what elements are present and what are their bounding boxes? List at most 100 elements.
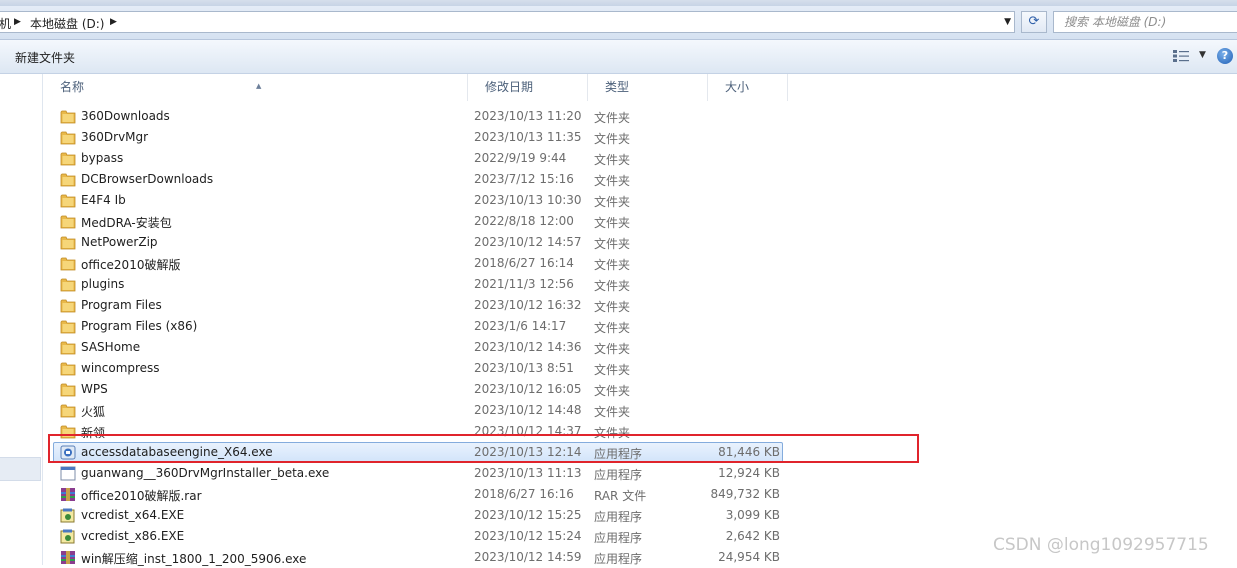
file-type: 应用程序	[594, 447, 643, 461]
file-modified-date: 2023/10/13 11:20	[474, 109, 582, 123]
address-segment-drive[interactable]: 本地磁盘 (D:)	[30, 15, 104, 32]
file-modified-date: 2023/10/13 11:13	[474, 466, 582, 480]
file-name: NetPowerZip	[81, 235, 158, 249]
file-row[interactable]: office2010破解版 2018/6/27 16:14 文件夹	[53, 253, 783, 274]
file-type: 文件夹	[594, 195, 631, 209]
file-type: 文件夹	[594, 300, 631, 314]
file-row[interactable]: plugins 2021/11/3 12:56 文件夹	[53, 274, 783, 295]
file-type: 应用程序	[594, 468, 643, 482]
file-modified-date: 2018/6/27 16:14	[474, 256, 574, 270]
file-row[interactable]: E4F4 Ib 2023/10/13 10:30 文件夹	[53, 190, 783, 211]
file-type: 应用程序	[594, 552, 643, 566]
file-name: bypass	[81, 151, 124, 165]
file-size: 3,099 KB	[725, 508, 780, 522]
column-header-date[interactable]: 修改日期	[468, 74, 588, 101]
file-type: 文件夹	[594, 405, 631, 419]
file-name: E4F4 Ib	[81, 193, 126, 207]
folder-icon	[60, 424, 76, 439]
rar-icon	[60, 550, 76, 565]
watermark: CSDN @long1092957715	[993, 535, 1209, 555]
column-header-type-label: 类型	[605, 80, 630, 94]
file-modified-date: 2023/10/12 14:37	[474, 424, 582, 438]
folder-icon	[60, 298, 76, 313]
file-row[interactable]: MedDRA-安装包 2022/8/18 12:00 文件夹	[53, 211, 783, 232]
address-bar: 机 ▶ 本地磁盘 (D:) ▶ ▼ ⟳ 搜索 本地磁盘 (D:)	[0, 6, 1237, 40]
file-modified-date: 2018/6/27 16:16	[474, 487, 574, 501]
file-modified-date: 2023/10/12 14:57	[474, 235, 582, 249]
file-name: 360Downloads	[81, 109, 170, 123]
file-row[interactable]: SASHome 2023/10/12 14:36 文件夹	[53, 337, 783, 358]
file-row[interactable]: WPS 2023/10/12 16:05 文件夹	[53, 379, 783, 400]
breadcrumb-arrow-icon[interactable]: ▶	[14, 17, 21, 27]
refresh-icon: ⟳	[1028, 14, 1040, 29]
file-row[interactable]: accessdatabaseengine_X64.exe 2023/10/13 1…	[53, 442, 783, 463]
file-type: RAR 文件	[594, 489, 647, 503]
command-toolbar: 新建文件夹 ▼ ?	[0, 40, 1237, 74]
file-modified-date: 2023/10/13 12:14	[474, 445, 582, 459]
file-row[interactable]: 360DrvMgr 2023/10/13 11:35 文件夹	[53, 127, 783, 148]
file-modified-date: 2023/10/12 14:36	[474, 340, 582, 354]
file-name: guanwang__360DrvMgrInstaller_beta.exe	[81, 466, 330, 480]
file-size: 2,642 KB	[725, 529, 780, 543]
file-row[interactable]: 新领 2023/10/12 14:37 文件夹	[53, 421, 783, 442]
file-row[interactable]: wincompress 2023/10/13 8:51 文件夹	[53, 358, 783, 379]
file-type: 文件夹	[594, 321, 631, 335]
file-row[interactable]: NetPowerZip 2023/10/12 14:57 文件夹	[53, 232, 783, 253]
file-size: 24,954 KB	[718, 550, 780, 564]
column-header-size[interactable]: 大小	[708, 74, 788, 101]
file-name: DCBrowserDownloads	[81, 172, 214, 186]
folder-icon	[60, 109, 76, 124]
file-row[interactable]: Program Files (x86) 2023/1/6 14:17 文件夹	[53, 316, 783, 337]
column-header-type[interactable]: 类型	[588, 74, 708, 101]
folder-icon	[60, 403, 76, 418]
new-folder-button[interactable]: 新建文件夹	[15, 49, 75, 66]
file-name: accessdatabaseengine_X64.exe	[81, 445, 273, 459]
folder-icon	[60, 235, 76, 250]
navigation-pane[interactable]	[0, 74, 43, 565]
column-header-name[interactable]: 名称 ▲	[43, 74, 468, 101]
file-row[interactable]: DCBrowserDownloads 2023/7/12 15:16 文件夹	[53, 169, 783, 190]
file-row[interactable]: vcredist_x86.EXE 2023/10/12 15:24 应用程序 2,64…	[53, 526, 783, 547]
file-row[interactable]: guanwang__360DrvMgrInstaller_beta.exe 202…	[53, 463, 783, 484]
file-modified-date: 2023/10/12 15:24	[474, 529, 582, 543]
view-options-icon[interactable]	[1173, 50, 1189, 62]
file-row[interactable]: Program Files 2023/10/12 16:32 文件夹	[53, 295, 783, 316]
folder-icon	[60, 256, 76, 271]
help-icon[interactable]: ?	[1217, 48, 1233, 64]
file-name: 火狐	[81, 405, 106, 419]
file-modified-date: 2023/1/6 14:17	[474, 319, 567, 333]
file-name: Program Files	[81, 298, 162, 312]
folder-icon	[60, 193, 76, 208]
file-modified-date: 2023/10/12 14:48	[474, 403, 582, 417]
file-row[interactable]: 火狐 2023/10/12 14:48 文件夹	[53, 400, 783, 421]
view-dropdown-icon[interactable]: ▼	[1199, 50, 1206, 60]
file-name: 新领	[81, 426, 106, 440]
address-segment-computer[interactable]: 机	[0, 15, 11, 32]
folder-icon	[60, 130, 76, 145]
nav-selected-item[interactable]	[0, 457, 41, 481]
file-row[interactable]: office2010破解版.rar 2018/6/27 16:16 RAR 文件 84…	[53, 484, 783, 505]
address-history-dropdown-icon[interactable]: ▼	[1004, 17, 1011, 27]
file-size: 81,446 KB	[718, 445, 780, 459]
file-type: 应用程序	[594, 510, 643, 524]
file-row[interactable]: bypass 2022/9/19 9:44 文件夹	[53, 148, 783, 169]
setup-icon	[60, 508, 76, 523]
breadcrumb-arrow-icon[interactable]: ▶	[110, 17, 117, 27]
file-type: 文件夹	[594, 237, 631, 251]
column-header-name-label: 名称	[60, 80, 85, 94]
setup-icon	[60, 529, 76, 544]
file-modified-date: 2022/8/18 12:00	[474, 214, 574, 228]
file-size: 849,732 KB	[710, 487, 780, 501]
file-row[interactable]: 360Downloads 2023/10/13 11:20 文件夹	[53, 106, 783, 127]
column-header-date-label: 修改日期	[485, 80, 534, 94]
refresh-button[interactable]: ⟳	[1021, 11, 1047, 33]
file-type: 文件夹	[594, 153, 631, 167]
address-box[interactable]: 机 ▶ 本地磁盘 (D:) ▶ ▼	[0, 11, 1015, 33]
search-input[interactable]: 搜索 本地磁盘 (D:)	[1053, 11, 1237, 33]
file-row[interactable]: vcredist_x64.EXE 2023/10/12 15:25 应用程序 3,09…	[53, 505, 783, 526]
file-type: 文件夹	[594, 363, 631, 377]
rar-icon	[60, 487, 76, 502]
file-type: 文件夹	[594, 132, 631, 146]
file-modified-date: 2022/9/19 9:44	[474, 151, 567, 165]
file-type: 文件夹	[594, 426, 631, 440]
